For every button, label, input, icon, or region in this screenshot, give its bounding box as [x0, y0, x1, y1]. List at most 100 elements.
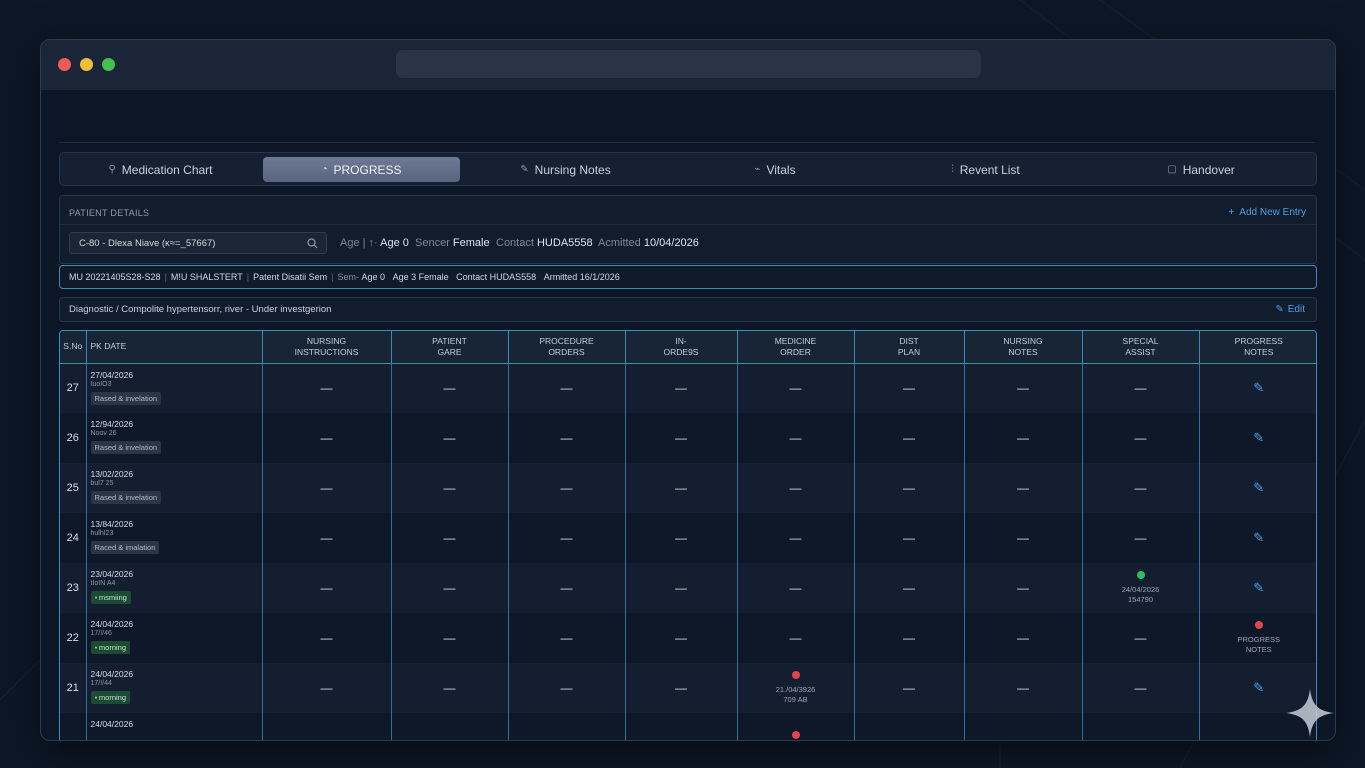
column-header-line: PROGRESS	[1234, 335, 1283, 346]
empty-dash: —	[675, 481, 687, 495]
window-titlebar	[41, 40, 1335, 90]
empty-dash: —	[1017, 531, 1029, 545]
table-row[interactable]: 26 12/94/2026 Noov 26 Rased & invelation — — —…	[60, 413, 1316, 463]
tab-label: Vitals	[766, 162, 796, 177]
column-header: NURSING NOTES	[964, 331, 1083, 364]
column-header-line: NOTES	[1244, 346, 1274, 357]
tab-medication-chart[interactable]: ⚲ Medication Chart	[108, 157, 213, 182]
age: Age 0	[361, 272, 386, 282]
header-divider	[59, 142, 1315, 143]
empty-dash: —	[903, 431, 915, 445]
pencil-icon: ✎	[520, 164, 529, 175]
table-cell: —	[262, 663, 392, 713]
admitted: Armitted 16/1/2026	[543, 272, 620, 282]
table-cell: —	[737, 363, 855, 413]
table-row[interactable]: 2224/04/202617/!/46 morning — — — — — — — — PROGRE…	[60, 613, 1316, 663]
address-bar[interactable]	[396, 50, 981, 78]
row-date-cell: 13/02/2026 bul7 25 Rased & invelation	[86, 463, 263, 513]
empty-dash: —	[560, 431, 573, 445]
empty-dash: —	[675, 431, 687, 445]
tab-handover[interactable]: ▢ Handover	[1167, 157, 1234, 182]
edit-diagnosis-button[interactable]: ✎ Edit	[1275, 304, 1305, 315]
empty-dash: —	[1134, 631, 1147, 645]
table-row[interactable]: 2124/04/202617/!/44 morning — — — — 21./04/392…	[60, 663, 1316, 713]
tab-label: PROGRESS	[333, 162, 402, 177]
sex-value: Female	[452, 237, 490, 249]
empty-dash: —	[1017, 631, 1029, 645]
empty-dash: —	[789, 531, 802, 545]
contact-value: HUDA5558	[536, 237, 593, 249]
table-cell: —	[854, 463, 965, 513]
maximize-window-button[interactable]	[102, 58, 115, 71]
empty-dash: —	[675, 631, 687, 645]
empty-dash: —	[1017, 481, 1029, 495]
column-header: DIST PLAN	[854, 331, 965, 364]
table-cell: —	[391, 563, 509, 613]
tab-vitals[interactable]: ⌁ Vitals	[750, 157, 800, 182]
empty-dash: —	[443, 631, 456, 645]
table-row[interactable]: 27 27/04/2026 tuoIO3 Rased & invelation — — — —…	[60, 363, 1316, 413]
table-cell: 21./04/3926 709 AB	[737, 663, 855, 713]
table-cell: —	[508, 563, 626, 613]
add-new-entry-button[interactable]: + Add New Entry	[1228, 207, 1306, 218]
table-row[interactable]: 24/04/2026	[60, 713, 1316, 740]
minimize-window-button[interactable]	[80, 58, 93, 71]
admitted-label: Acmitted	[598, 237, 641, 249]
add-entry-label: Add New Entry	[1239, 207, 1306, 218]
tab-revent-list[interactable]: ⫶ Revent List	[948, 157, 1023, 182]
column-header-line: MEDICINE	[774, 335, 817, 346]
status-dot	[791, 671, 800, 679]
panel-divider	[60, 224, 1316, 225]
close-window-button[interactable]	[58, 58, 71, 71]
table-cell: —	[625, 513, 738, 563]
patient-age: Age | ↑· Age 0	[340, 237, 409, 249]
tab-nursing-notes[interactable]: ✎ Nursing Notes	[518, 157, 613, 182]
column-header: PROGRESS NOTES	[1199, 331, 1316, 364]
search-icon[interactable]	[307, 238, 318, 249]
edit-progress-icon[interactable]: ✎	[1253, 480, 1264, 495]
browser-window: ⚲ Medication Chart ◔ PROGRESS ✎ Nursing …	[40, 39, 1336, 741]
empty-dash: —	[443, 581, 456, 595]
column-header: PK DATE	[86, 331, 263, 364]
row-date-cell: 24/04/202617/!/46 morning	[86, 613, 263, 663]
column-header: SPECIAL ASSIST	[1082, 331, 1200, 364]
table-cell	[625, 713, 738, 740]
row-date: 23/04/2026	[90, 569, 134, 579]
table-header: S.No PK DATE NURSING INSTRUCTIONS PATIENT GAR…	[60, 331, 1316, 364]
sparkle-icon[interactable]	[1284, 687, 1336, 739]
tab-progress[interactable]: ◔ PROGRESS	[263, 157, 460, 182]
table-row[interactable]: 25 13/02/2026 bul7 25 Rased & invelation — — —…	[60, 463, 1316, 513]
edit-progress-icon[interactable]: ✎	[1253, 380, 1264, 395]
row-date: 24/04/2026	[90, 719, 134, 729]
patient-details-heading: PATIENT DETAILS	[69, 208, 150, 218]
table-cell: —	[737, 413, 855, 463]
edit-progress-icon[interactable]: ✎	[1253, 680, 1264, 695]
plus-icon: +	[1228, 207, 1235, 218]
table-cell: —	[625, 613, 738, 663]
empty-dash: —	[789, 631, 802, 645]
row-sno: 27	[60, 363, 87, 413]
empty-dash: —	[560, 581, 573, 595]
edit-progress-icon[interactable]: ✎	[1253, 530, 1264, 545]
age-value: Age 0	[380, 237, 409, 249]
edit-progress-icon[interactable]: ✎	[1253, 430, 1264, 445]
table-cell: —	[625, 563, 738, 613]
patient-info-bar: MU 20221405S28-S28 | M!U SHALSTERT | Paten…	[59, 265, 1317, 289]
table-cell: —	[508, 413, 626, 463]
empty-dash: —	[1134, 531, 1147, 545]
table-cell: —	[1082, 663, 1200, 713]
table-row[interactable]: 2323/04/2026tIoIN A4 msmiing — — — — — — — 24/04/…	[60, 563, 1316, 613]
column-header-line: ORDE9S	[663, 346, 699, 357]
empty-dash: —	[1134, 481, 1147, 495]
table-cell: —	[964, 563, 1083, 613]
patient-search-select[interactable]: C-80 - Dlexa Niave (ĸ≈=_57667)	[69, 232, 327, 254]
table-row[interactable]: 24 13/84/2026 hulhI23 Raced & imalation — — — —…	[60, 513, 1316, 563]
table-cell: 24/04/2026 154790	[1082, 563, 1200, 613]
empty-dash: —	[1017, 581, 1029, 595]
patient-admitted: Acmitted 10/04/2026	[598, 237, 699, 249]
empty-dash: —	[903, 381, 915, 396]
tab-bar: ⚲ Medication Chart ◔ PROGRESS ✎ Nursing …	[59, 152, 1317, 186]
handover-icon: ▢	[1167, 164, 1177, 175]
edit-progress-icon[interactable]: ✎	[1253, 580, 1264, 595]
selected-patient: C-80 - Dlexa Niave (ĸ≈=_57667)	[79, 237, 216, 249]
